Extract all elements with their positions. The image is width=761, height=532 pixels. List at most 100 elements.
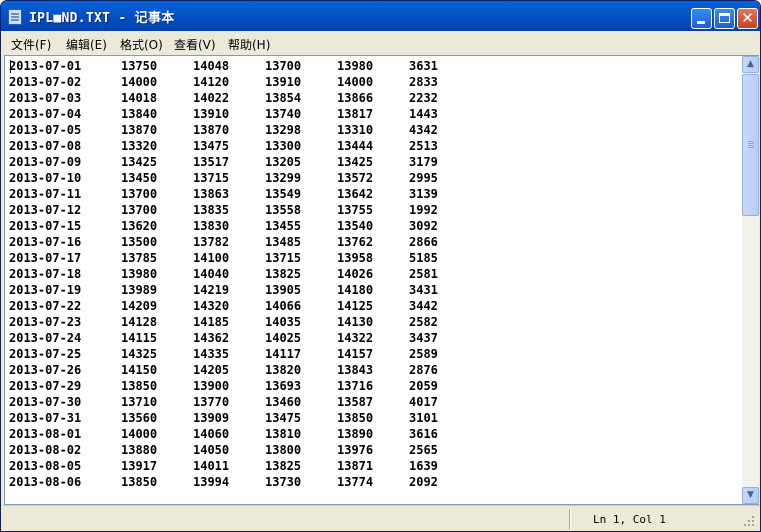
number-value: 13425 xyxy=(337,155,374,169)
number-value: 13854 xyxy=(265,91,302,105)
minimize-button[interactable] xyxy=(691,8,712,29)
number-value: 13693 xyxy=(265,379,302,393)
vertical-scrollbar[interactable]: ▲ ▼ xyxy=(742,56,759,504)
number-value: 13642 xyxy=(337,187,374,201)
date-value: 2013-08-06 xyxy=(9,475,82,489)
text-line: 2013-07-19 13989 14219 13905 14180 3431 xyxy=(9,282,741,298)
number-value: 13700 xyxy=(121,187,158,201)
number-value: 2232 xyxy=(409,91,438,105)
number-value: 13460 xyxy=(265,395,302,409)
number-value: 14040 xyxy=(193,267,230,281)
text-line: 2013-07-05 13870 13870 13298 13310 4342 xyxy=(9,122,741,138)
number-value: 13917 xyxy=(121,459,158,473)
number-value: 13740 xyxy=(265,107,302,121)
number-value: 13850 xyxy=(337,411,374,425)
scroll-thumb[interactable] xyxy=(742,74,759,216)
text-line: 2013-07-22 14209 14320 14066 14125 3442 xyxy=(9,298,741,314)
number-value: 1992 xyxy=(409,203,438,217)
number-value: 13320 xyxy=(121,139,158,153)
scroll-up-button[interactable]: ▲ xyxy=(742,56,759,73)
number-value: 13770 xyxy=(193,395,230,409)
menu-edit[interactable]: 编辑(E) xyxy=(66,36,107,53)
number-value: 13958 xyxy=(337,251,374,265)
number-value: 14025 xyxy=(265,331,302,345)
number-value: 13444 xyxy=(337,139,374,153)
number-value: 13425 xyxy=(121,155,158,169)
number-value: 3101 xyxy=(409,411,438,425)
text-line: 2013-07-16 13500 13782 13485 13762 2866 xyxy=(9,234,741,250)
date-value: 2013-07-09 xyxy=(9,155,82,169)
cursor-position: Ln 1, Col 1 xyxy=(593,513,666,526)
number-value: 13517 xyxy=(193,155,230,169)
number-value: 13750 xyxy=(121,59,158,73)
number-value: 13300 xyxy=(265,139,302,153)
number-value: 13782 xyxy=(193,235,230,249)
text-line: 2013-07-24 14115 14362 14025 14322 3437 xyxy=(9,330,741,346)
number-value: 13989 xyxy=(121,283,158,297)
date-value: 2013-07-10 xyxy=(9,171,82,185)
text-line: 2013-07-26 14150 14205 13820 13843 2876 xyxy=(9,362,741,378)
number-value: 14120 xyxy=(193,75,230,89)
text-editor[interactable]: 2013-07-01 13750 14048 13700 13980 3631 2013-0… xyxy=(4,55,759,505)
date-value: 2013-07-01 xyxy=(9,59,82,73)
number-value: 2059 xyxy=(409,379,438,393)
number-value: 13870 xyxy=(121,123,158,137)
menu-bar: 文件(F) 编辑(E) 格式(O) 查看(V) 帮助(H) xyxy=(1,31,760,55)
minimize-icon xyxy=(697,21,705,24)
number-value: 2876 xyxy=(409,363,438,377)
text-line: 2013-07-10 13450 13715 13299 13572 2995 xyxy=(9,170,741,186)
number-value: 14050 xyxy=(193,443,230,457)
date-value: 2013-07-29 xyxy=(9,379,82,393)
notepad-icon[interactable] xyxy=(8,9,22,25)
number-value: 3179 xyxy=(409,155,438,169)
number-value: 13910 xyxy=(265,75,302,89)
number-value: 13587 xyxy=(337,395,374,409)
number-value: 13715 xyxy=(265,251,302,265)
number-value: 13558 xyxy=(265,203,302,217)
number-value: 13850 xyxy=(121,379,158,393)
date-value: 2013-07-18 xyxy=(9,267,82,281)
number-value: 14048 xyxy=(193,59,230,73)
number-value: 13905 xyxy=(265,283,302,297)
number-value: 14157 xyxy=(337,347,374,361)
text-line: 2013-08-05 13917 14011 13825 13871 1639 xyxy=(9,458,741,474)
number-value: 13475 xyxy=(193,139,230,153)
date-value: 2013-07-02 xyxy=(9,75,82,89)
number-value: 14185 xyxy=(193,315,230,329)
text-content[interactable]: 2013-07-01 13750 14048 13700 13980 3631 2013-0… xyxy=(9,58,741,502)
text-line: 2013-07-31 13560 13909 13475 13850 3101 xyxy=(9,410,741,426)
number-value: 14209 xyxy=(121,299,158,313)
number-value: 13994 xyxy=(193,475,230,489)
date-value: 2013-08-01 xyxy=(9,427,82,441)
number-value: 14125 xyxy=(337,299,374,313)
number-value: 13475 xyxy=(265,411,302,425)
number-value: 13980 xyxy=(121,267,158,281)
date-value: 2013-07-22 xyxy=(9,299,82,313)
number-value: 14035 xyxy=(265,315,302,329)
scroll-down-button[interactable]: ▼ xyxy=(742,487,759,504)
number-value: 13716 xyxy=(337,379,374,393)
chevron-down-icon: ▼ xyxy=(747,490,754,500)
number-value: 4342 xyxy=(409,123,438,137)
number-value: 14066 xyxy=(265,299,302,313)
number-value: 13540 xyxy=(337,219,374,233)
menu-help[interactable]: 帮助(H) xyxy=(228,36,270,53)
resize-grip-icon[interactable] xyxy=(743,516,755,528)
menu-view[interactable]: 查看(V) xyxy=(174,36,216,53)
number-value: 13830 xyxy=(193,219,230,233)
date-value: 2013-07-11 xyxy=(9,187,82,201)
number-value: 13909 xyxy=(193,411,230,425)
title-bar[interactable]: IPL■ND.TXT - 记事本 ✕ xyxy=(1,1,760,31)
number-value: 13880 xyxy=(121,443,158,457)
number-value: 13870 xyxy=(193,123,230,137)
number-value: 13785 xyxy=(121,251,158,265)
status-divider xyxy=(569,509,570,529)
menu-format[interactable]: 格式(O) xyxy=(120,36,163,53)
menu-file[interactable]: 文件(F) xyxy=(11,36,51,53)
number-value: 13560 xyxy=(121,411,158,425)
number-value: 14180 xyxy=(337,283,374,297)
number-value: 13700 xyxy=(265,59,302,73)
close-button[interactable]: ✕ xyxy=(737,8,758,29)
number-value: 2582 xyxy=(409,315,438,329)
maximize-button[interactable] xyxy=(714,8,735,29)
